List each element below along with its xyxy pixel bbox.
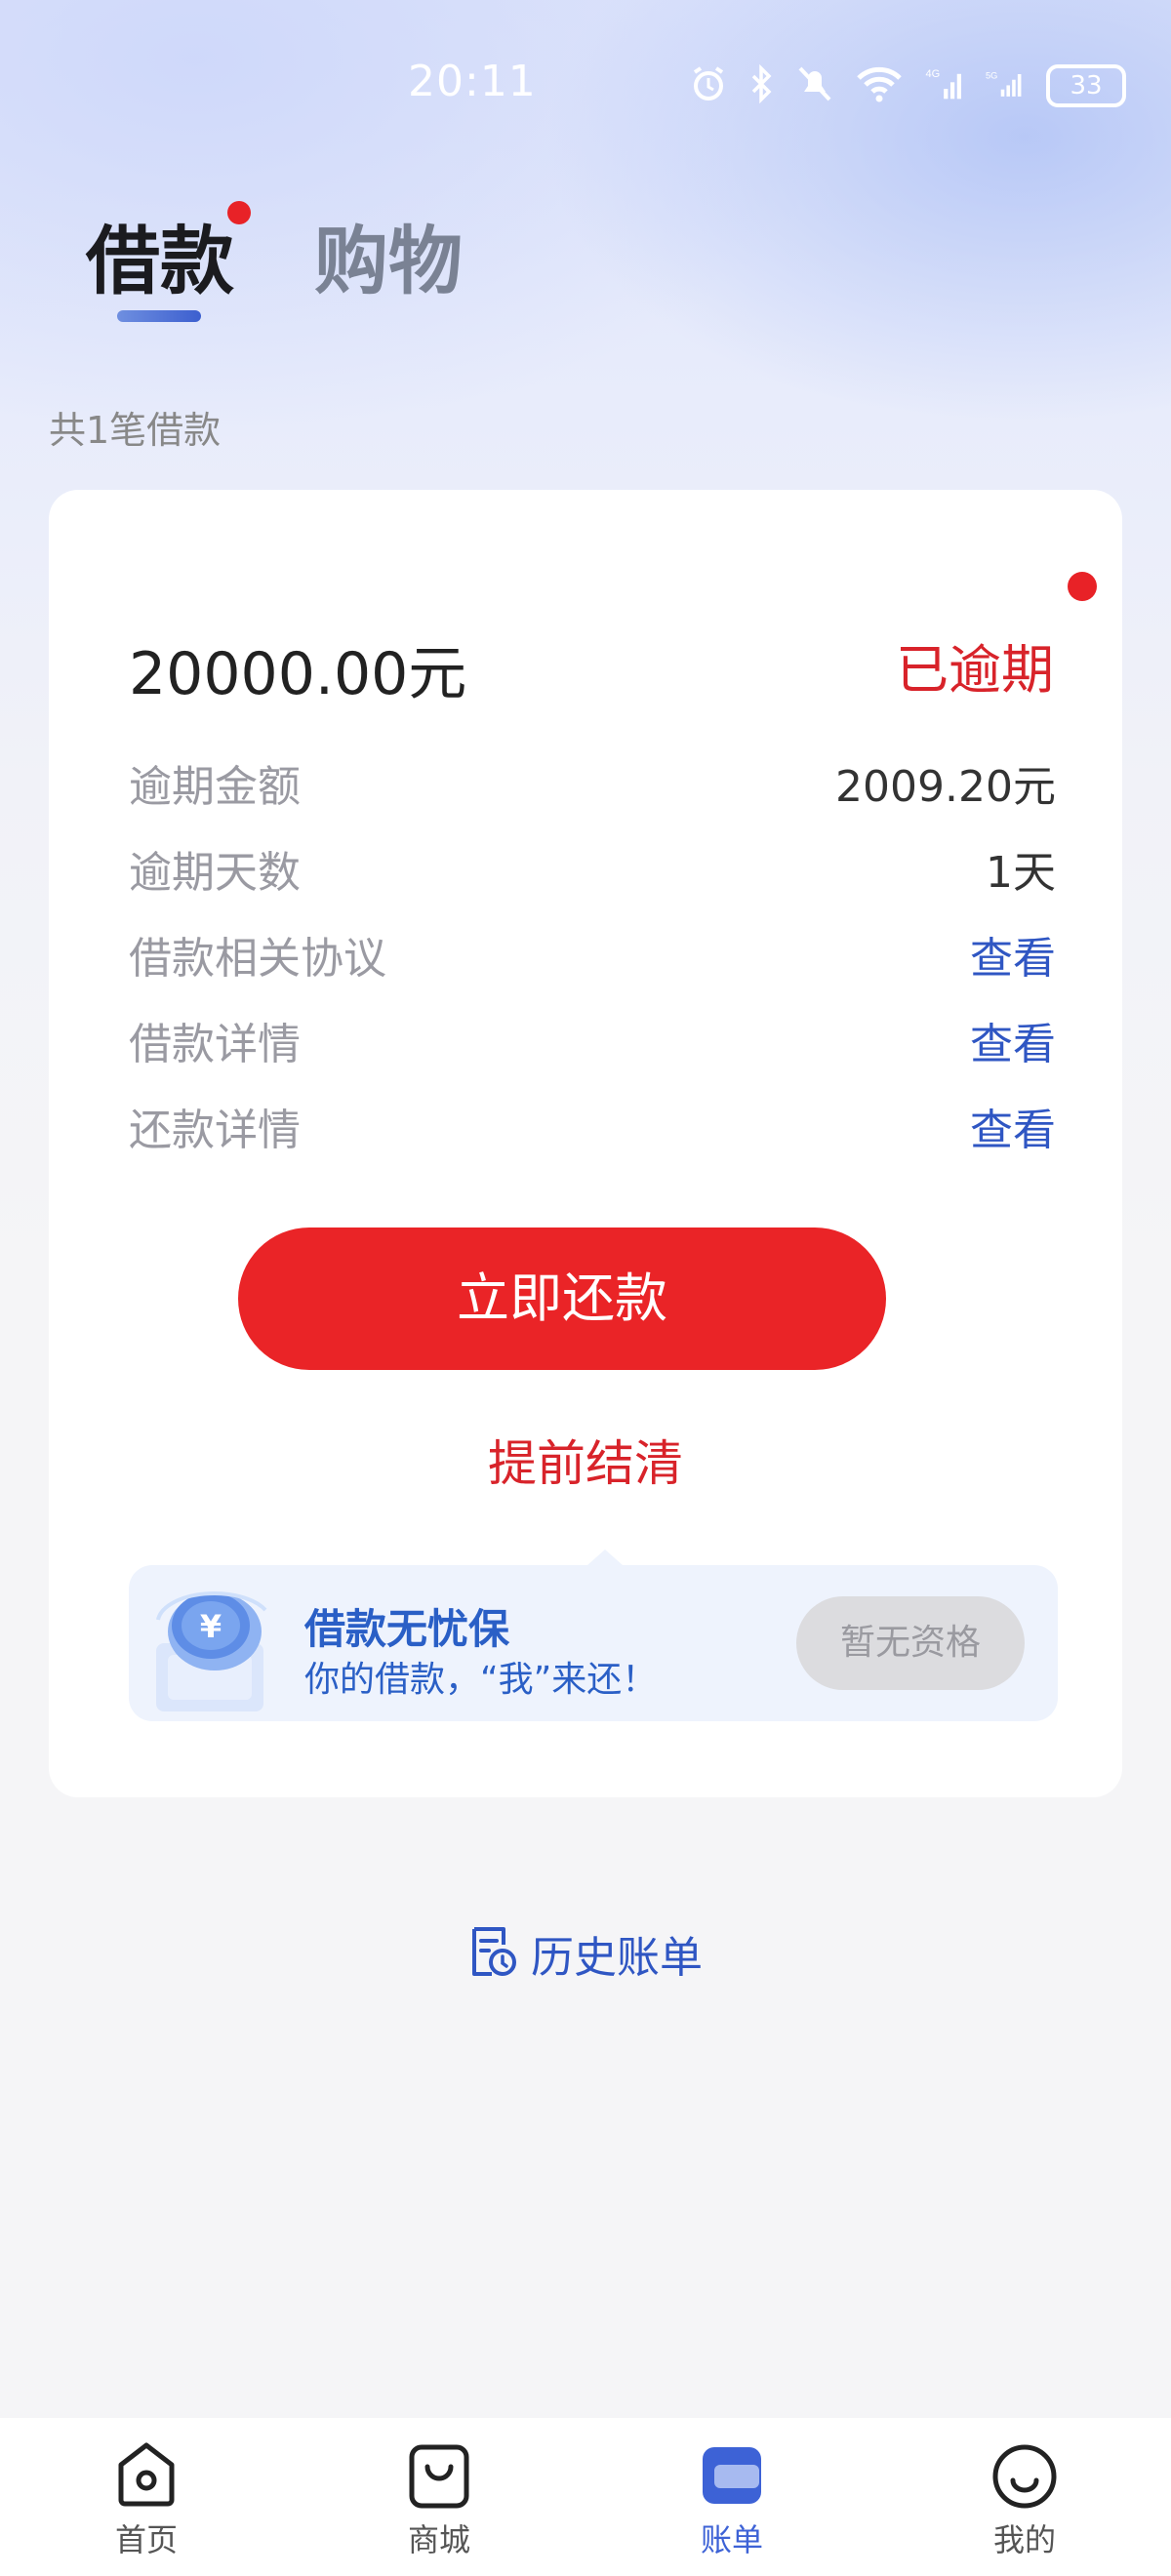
loan-agreement-row: 借款相关协议 查看 xyxy=(129,923,1056,991)
shopping-bag-icon xyxy=(409,2444,469,2509)
bluetooth-icon xyxy=(749,63,775,107)
nav-label: 首页 xyxy=(114,2521,178,2558)
bill-icon xyxy=(703,2447,761,2504)
nav-label: 商城 xyxy=(407,2521,470,2558)
home-icon xyxy=(118,2442,175,2507)
bottom-nav: 首页 商城 账单 我的 xyxy=(0,2418,1171,2576)
view-agreement-link[interactable]: 查看 xyxy=(970,923,1056,986)
loan-card: 20000.00元 已逾期 逾期金额 2009.20元 逾期天数 1天 借款相关… xyxy=(49,490,1122,1797)
row-value: 1天 xyxy=(986,848,1056,898)
banner-title: 借款无忧保 xyxy=(304,1605,510,1653)
loan-insurance-banner[interactable]: ¥ 借款无忧保 你的借款，“我”来还！ 暂无资格 xyxy=(129,1550,1058,1721)
banner-pointer xyxy=(587,1550,623,1565)
loan-details-row: 借款详情 查看 xyxy=(129,1009,1056,1077)
status-icons: 4G 5G 33 xyxy=(689,63,1126,107)
svg-text:4G: 4G xyxy=(925,68,940,80)
history-bill-icon xyxy=(468,1925,517,1982)
status-bar: 20:11 4G 5G 33 xyxy=(0,51,1171,119)
row-label: 借款详情 xyxy=(129,1020,301,1069)
notification-dot xyxy=(1068,572,1097,601)
notification-dot xyxy=(227,201,251,224)
signal-5g-icon: 5G xyxy=(986,67,1025,104)
signal-4g-icon: 4G xyxy=(925,67,964,104)
active-tab-indicator xyxy=(117,310,201,322)
view-repayment-details-link[interactable]: 查看 xyxy=(970,1095,1056,1157)
nav-label: 我的 xyxy=(992,2521,1056,2558)
loan-amount: 20000.00元 xyxy=(129,640,467,708)
battery-indicator: 33 xyxy=(1046,64,1126,107)
profile-icon xyxy=(992,2444,1057,2509)
row-label: 借款相关协议 xyxy=(129,934,386,984)
wifi-icon xyxy=(855,64,904,107)
nav-label: 账单 xyxy=(700,2521,763,2558)
nav-profile[interactable]: 我的 xyxy=(947,2418,1103,2576)
status-badge: 已逾期 xyxy=(896,639,1054,701)
overdue-amount-row: 逾期金额 2009.20元 xyxy=(129,751,1056,820)
nav-home[interactable]: 首页 xyxy=(68,2418,224,2576)
row-label: 逾期天数 xyxy=(129,848,301,898)
not-eligible-button: 暂无资格 xyxy=(796,1596,1025,1690)
repay-now-button[interactable]: 立即还款 xyxy=(238,1228,886,1370)
coin-icon: ¥ xyxy=(139,1575,285,1717)
svg-text:¥: ¥ xyxy=(200,1608,222,1645)
repayment-details-row: 还款详情 查看 xyxy=(129,1095,1056,1163)
row-label: 还款详情 xyxy=(129,1106,301,1155)
history-bill-label: 历史账单 xyxy=(531,1933,703,1983)
view-loan-details-link[interactable]: 查看 xyxy=(970,1009,1056,1071)
overdue-days-row: 逾期天数 1天 xyxy=(129,837,1056,906)
nav-bill[interactable]: 账单 xyxy=(654,2418,810,2576)
alarm-icon xyxy=(689,64,728,107)
mute-icon xyxy=(796,64,833,107)
tab-loan[interactable]: 借款 xyxy=(86,201,234,308)
row-label: 逾期金额 xyxy=(129,762,301,812)
banner-subtitle: 你的借款，“我”来还！ xyxy=(304,1660,658,1700)
status-time: 20:11 xyxy=(408,57,537,106)
svg-text:5G: 5G xyxy=(986,70,997,80)
history-bill-link[interactable]: 历史账单 xyxy=(468,1924,703,1983)
row-value: 2009.20元 xyxy=(835,762,1056,812)
nav-mall[interactable]: 商城 xyxy=(361,2418,517,2576)
early-settle-link[interactable]: 提前结清 xyxy=(49,1425,1122,1495)
loan-count: 共1笔借款 xyxy=(49,409,222,452)
tab-shopping[interactable]: 购物 xyxy=(314,201,463,308)
